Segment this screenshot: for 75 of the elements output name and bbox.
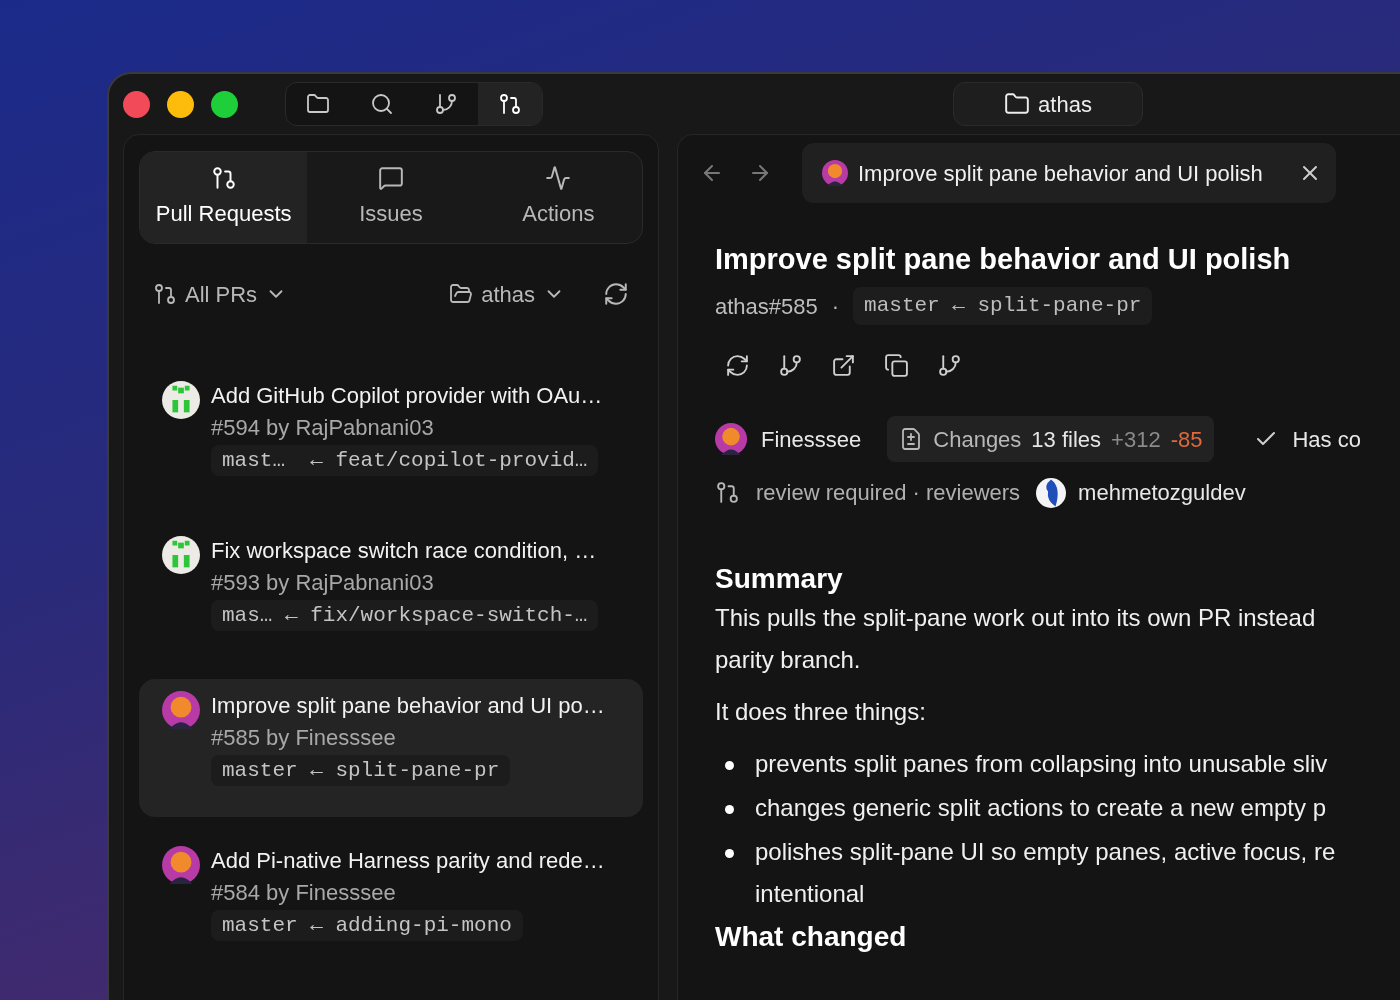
body-paragraph: It does three things:	[715, 697, 927, 727]
pull-request-heading: Improve split pane behavior and UI polish	[715, 242, 1292, 277]
zoom-window-button[interactable]	[211, 90, 238, 118]
changes-label: Changes	[933, 425, 1022, 454]
bullet-icon	[725, 761, 734, 770]
pull-request-icon	[153, 282, 177, 306]
filter-dropdown[interactable]: All PRs	[153, 277, 288, 311]
toolbar-button[interactable]	[478, 83, 542, 125]
folder-icon	[449, 282, 474, 306]
branch-icon[interactable]	[937, 353, 962, 378]
branch-label: mast… ← feat/copilot-provid…	[211, 445, 599, 476]
branch-icon	[434, 92, 458, 116]
pull-request-item[interactable]: Add Pi-native Harness parity and rede… #584 by Finesssee master ← adding-pi-mono	[139, 834, 643, 972]
copy-icon[interactable]	[884, 353, 909, 378]
minimize-window-button[interactable]	[167, 90, 194, 118]
pull-request-item[interactable]: Fix workspace switch race condition, … #593 by RajPabnani03 mas… ← fix/workspace-switch-…	[139, 524, 643, 662]
author-name: Finesssee	[761, 425, 862, 454]
avatar-icon	[822, 160, 848, 186]
bullet-icon	[725, 805, 734, 814]
pull-request-title: Add Pi-native Harness parity and rede…	[211, 847, 605, 875]
document-tab[interactable]: Improve split pane behavior and UI polish	[802, 143, 1336, 203]
sidebar-tab[interactable]: Actions	[474, 152, 642, 243]
avatar-icon	[162, 691, 200, 729]
avatar-icon	[1036, 477, 1067, 508]
list-item-text: changes generic split actions to create a new empty p	[755, 793, 1326, 823]
additions-count: +312	[1111, 425, 1161, 454]
search-icon	[370, 92, 394, 116]
sidebar-tab[interactable]: Pull Requests	[140, 152, 308, 243]
review-status: review required · reviewers	[756, 479, 1021, 507]
bullet-icon	[725, 849, 734, 858]
pull-request-title: Add GitHub Copilot provider with OAu…	[211, 382, 603, 410]
folder-icon	[1004, 91, 1031, 117]
body-paragraph: This pulls the split-pane work out into its own PR instead parity branch.	[715, 603, 1317, 675]
refresh-icon[interactable]	[725, 353, 750, 378]
avatar-icon	[162, 536, 200, 574]
section-heading: What changed	[715, 920, 908, 954]
pull-request-icon	[715, 480, 740, 505]
list-item-text: polishes split-pane UI so empty panes, active focus, re intentional	[755, 837, 1336, 909]
check-status: Has co	[1292, 425, 1361, 454]
chat-bubble-icon	[378, 165, 404, 191]
pull-request-icon	[210, 165, 237, 191]
avatar-icon	[162, 381, 200, 419]
section-heading: Summary	[715, 562, 844, 596]
workspace-button[interactable]: athas	[953, 82, 1143, 126]
sidebar-tab[interactable]: Issues	[307, 152, 475, 243]
branch-label: master ← split-pane-pr	[853, 287, 1153, 325]
avatar-icon	[715, 423, 747, 455]
pull-request-item[interactable]: Add GitHub Copilot provider with OAu… #594 by RajPabnani03 mast… ← feat/copilot-provid…	[139, 369, 643, 507]
pull-request-item[interactable]: Improve split pane behavior and UI po… #585 by Finesssee master ← split-pane-pr	[139, 679, 643, 817]
separator-dot: ·	[831, 292, 840, 321]
changes-badge[interactable]: Changes 13 files +312 -85	[887, 416, 1215, 462]
branch-label: master ← adding-pi-mono	[211, 910, 523, 941]
files-count: 13 files	[1031, 425, 1102, 454]
close-window-button[interactable]	[123, 90, 150, 118]
repo-dropdown[interactable]: athas	[449, 277, 565, 311]
tab-title: Improve split pane behavior and UI polish	[858, 159, 1263, 188]
pull-request-title: Improve split pane behavior and UI po…	[211, 692, 605, 720]
pull-request-icon	[498, 92, 522, 116]
external-link-icon[interactable]	[831, 353, 856, 378]
branch-icon[interactable]	[778, 353, 803, 378]
branch-label: mas… ← fix/workspace-switch-…	[211, 600, 599, 631]
list-item-text: prevents split panes from collapsing into unusable sliv	[755, 749, 1328, 779]
branch-label: master ← split-pane-pr	[211, 755, 511, 786]
folder-icon	[306, 92, 330, 116]
deletions-count: -85	[1170, 425, 1203, 454]
avatar-icon	[162, 846, 200, 884]
pulse-icon	[545, 165, 572, 191]
pull-request-meta: #594 by RajPabnani03	[211, 414, 435, 442]
pull-request-meta: #585 by Finesssee	[211, 724, 397, 752]
pull-request-meta: #593 by RajPabnani03	[211, 569, 435, 597]
pull-request-title: Fix workspace switch race condition, …	[211, 537, 598, 565]
pull-request-meta: #584 by Finesssee	[211, 879, 397, 907]
refresh-icon[interactable]	[603, 281, 629, 307]
pull-request-ref: athas#585	[715, 292, 818, 321]
reviewer-name: mehmetozguldev	[1078, 479, 1246, 507]
